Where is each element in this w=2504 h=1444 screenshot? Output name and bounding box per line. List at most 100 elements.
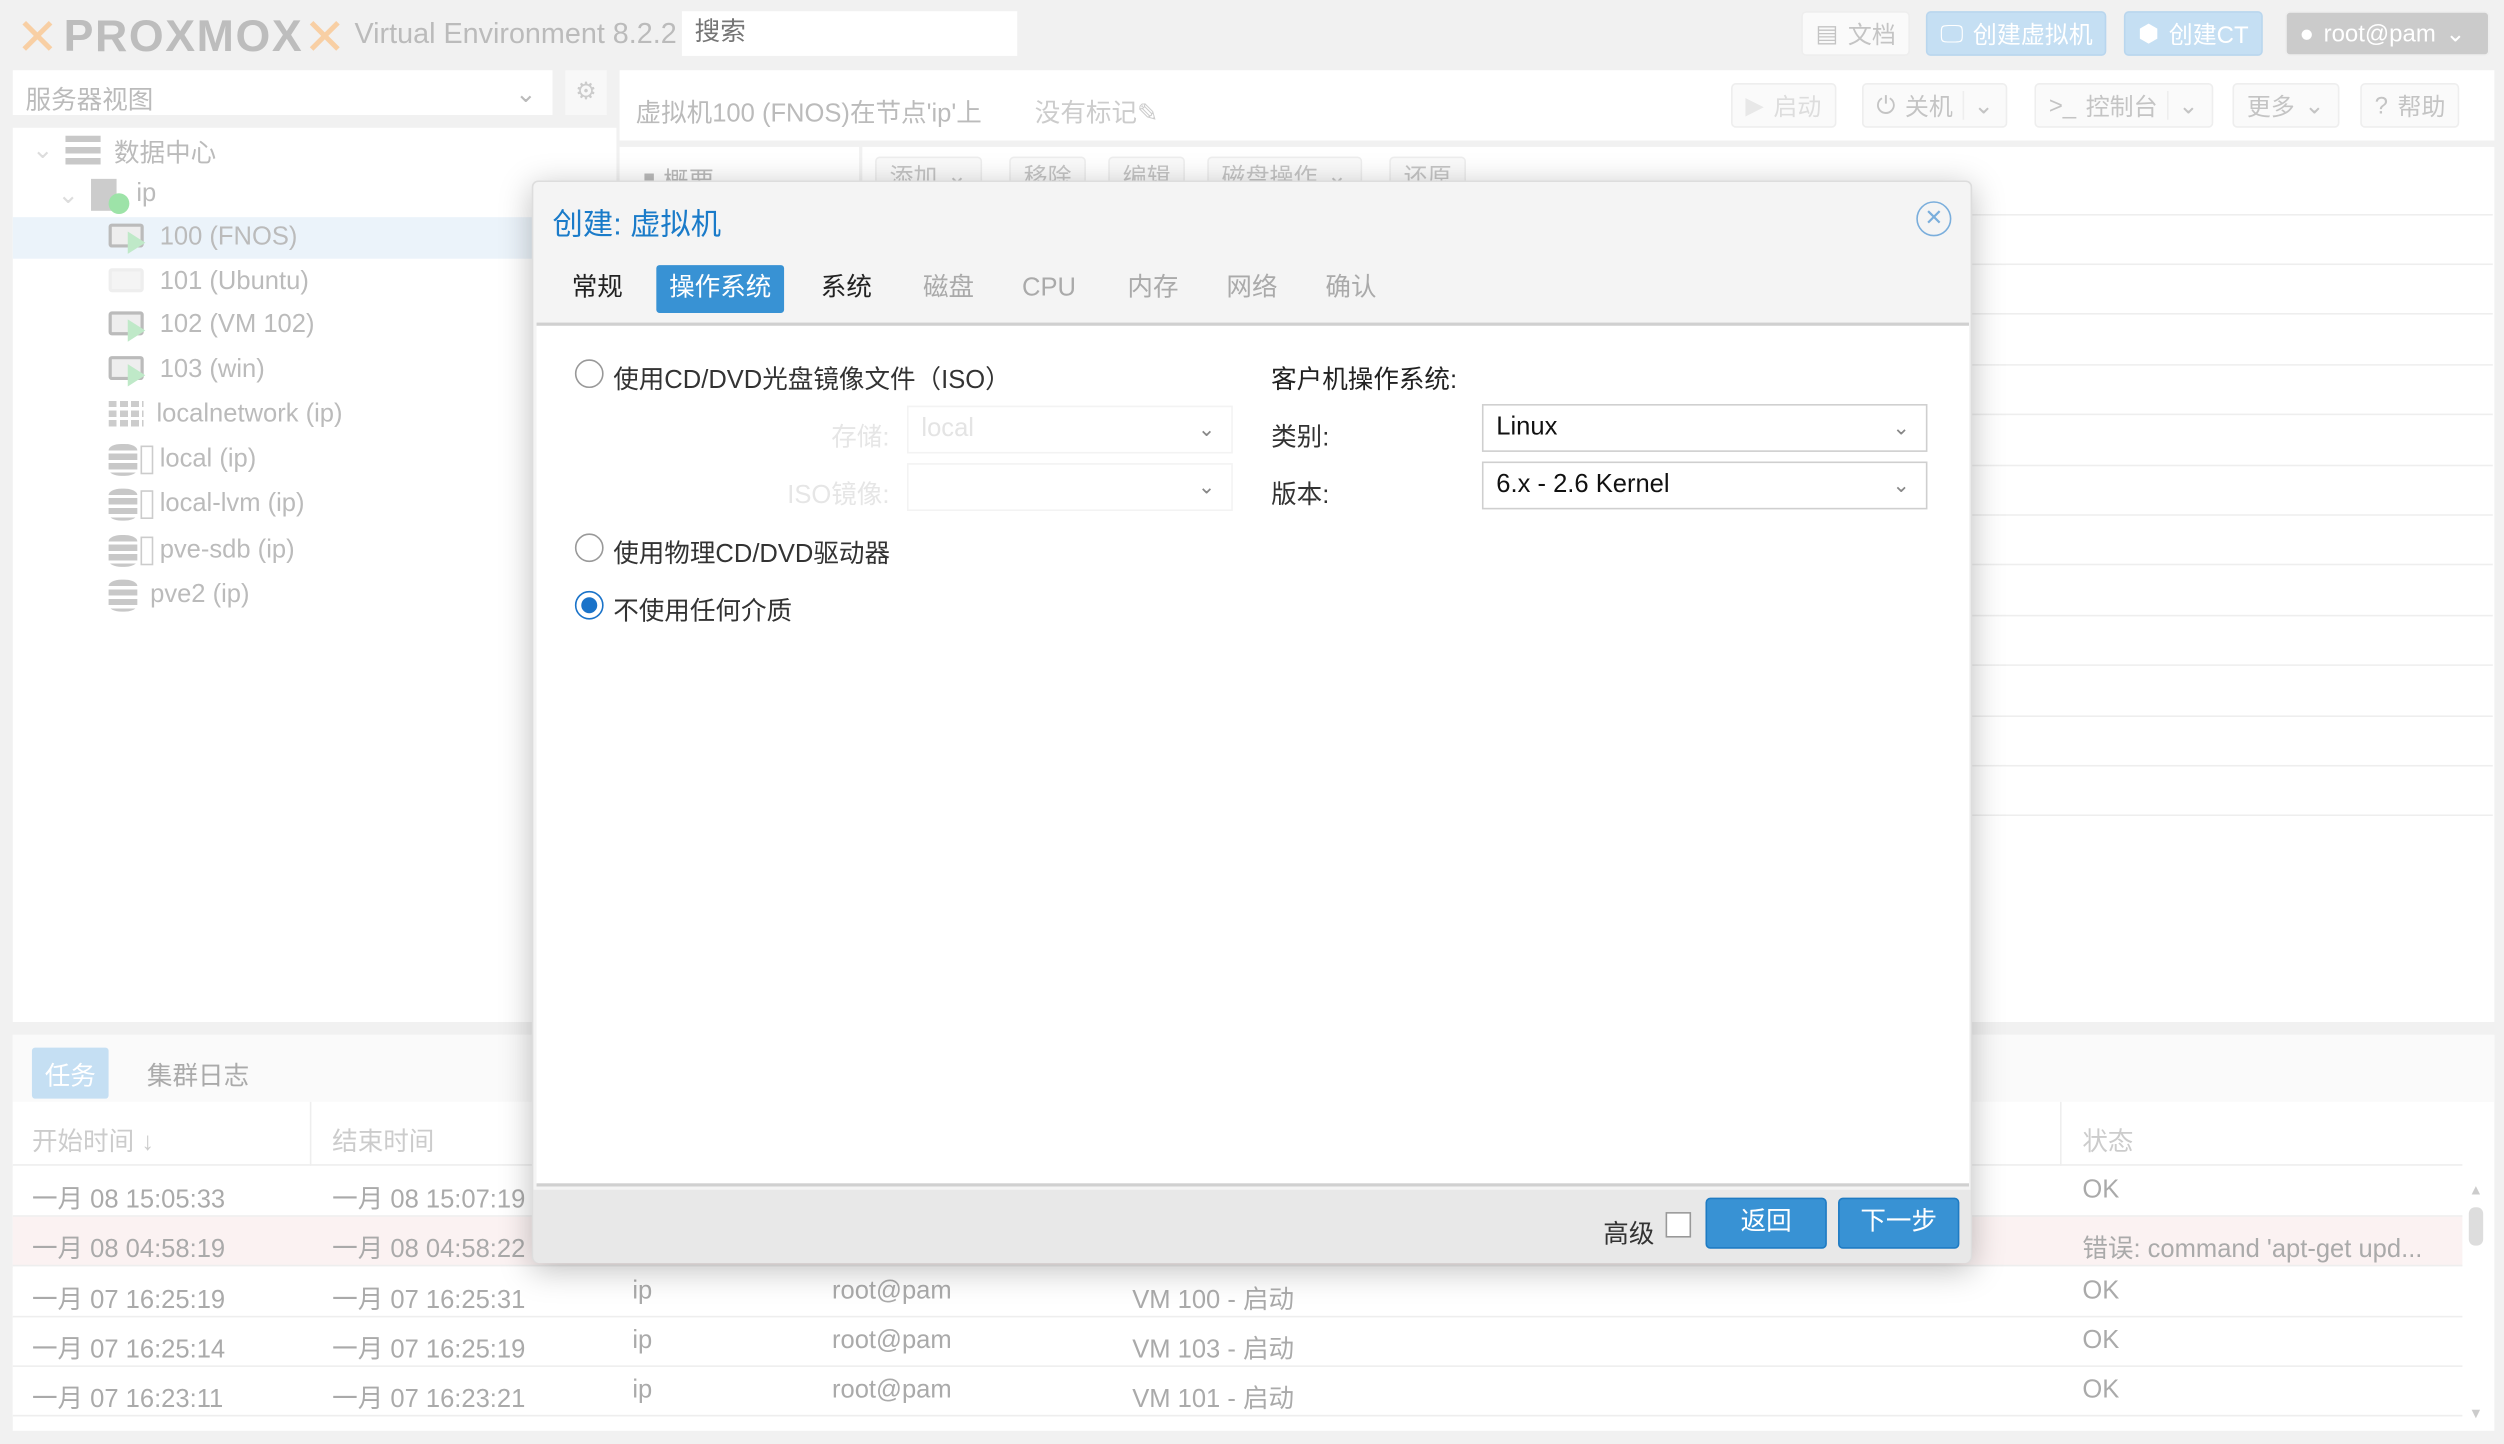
column-status[interactable]: 状态 [2082, 1119, 2133, 1157]
os-version-select[interactable]: 6.x - 2.6 Kernel ⌄ [1481, 461, 1928, 510]
page-title: 虚拟机100 (FNOS)在节点'ip'上 [635, 100, 982, 128]
storage-icon [108, 488, 138, 521]
task-end: 一月 08 15:07:19 [332, 1186, 526, 1214]
vm-running-icon [108, 356, 147, 387]
task-desc: VM 103 - 启动 [1132, 1336, 1295, 1364]
tree-item-pve-sdb[interactable]: pve-sdb (ip) [108, 530, 295, 572]
tree-item-local-lvm[interactable]: local-lvm (ip) [108, 484, 304, 526]
task-status: OK [2082, 1176, 2120, 1205]
chevron-down-icon: ⌄ [2445, 20, 2466, 48]
chevron-down-icon: ⌄ [1892, 415, 1910, 440]
tab-tasks[interactable]: 任务 [31, 1047, 109, 1099]
dialog-tab[interactable]: 磁盘 [910, 265, 987, 313]
create-vm-button[interactable]: 🖵 创建虚拟机 [1925, 11, 2108, 56]
tree-item-node-ip[interactable]: ⌄ ip [57, 174, 156, 216]
guest-os-heading: 客户机操作系统: [1271, 367, 1458, 395]
tree-item-vm-103[interactable]: 103 (win) [108, 350, 265, 392]
tree-item-vm-100[interactable]: 100 (FNOS) [108, 217, 297, 259]
book-icon: ▤ [1815, 20, 1839, 48]
tags-edit[interactable]: 没有标记✎ [1035, 91, 1159, 129]
dialog-tab[interactable]: 内存 [1115, 265, 1192, 313]
datacenter-icon [66, 135, 102, 165]
chevron-down-icon: ⌄ [1892, 472, 1910, 497]
docs-button[interactable]: ▤ 文档 [1801, 11, 1911, 56]
task-status: OK [2082, 1376, 2120, 1404]
scrollbar[interactable]: ▲ ▼ [2468, 1182, 2485, 1421]
storage-icon [108, 534, 138, 567]
close-icon[interactable]: ✕ [1916, 201, 1952, 237]
console-button[interactable]: >_ 控制台 ⌄ [2034, 83, 2213, 128]
task-user: root@pam [831, 1276, 952, 1305]
task-node: ip [632, 1276, 653, 1305]
power-icon: ⏻ [1876, 91, 1896, 119]
version-label: Virtual Environment 8.2.2 [354, 17, 677, 50]
vm-running-icon [108, 311, 147, 342]
task-start: 一月 07 16:23:11 [31, 1386, 224, 1414]
tree-item-vm-101[interactable]: 101 (Ubuntu) [108, 262, 309, 304]
pencil-icon: ✎ [1137, 100, 1159, 128]
task-row[interactable]: 一月 07 16:25:14 一月 07 16:25:19 ip root@pam VM… [12, 1317, 2463, 1367]
task-end: 一月 08 04:58:22 [332, 1236, 526, 1264]
dialog-tab[interactable]: 常规 [559, 265, 636, 313]
create-ct-button[interactable]: ⬢ 创建CT [2123, 11, 2263, 56]
physical-drive-radio[interactable] [574, 533, 604, 563]
tree-item-local[interactable]: local (ip) [108, 439, 256, 481]
task-status: OK [2082, 1326, 2120, 1354]
help-button[interactable]: ? 帮助 [2360, 83, 2460, 128]
task-start: 一月 08 04:58:19 [31, 1236, 226, 1264]
next-button[interactable]: 下一步 [1838, 1197, 1960, 1249]
create-vm-dialog: 创建: 虚拟机 ✕ 常规 操作系统 系统 磁盘 CPU 内存 网络 确认 使用CD/DVD光盘… [531, 180, 1973, 1264]
task-user: root@pam [831, 1326, 952, 1354]
tree-selected-highlight [12, 217, 617, 259]
task-node: ip [632, 1376, 653, 1404]
main-header: 虚拟机100 (FNOS)在节点'ip'上 没有标记✎ ▶ 启动 ⏻ 关机 ⌄ >_ 控… [619, 70, 2495, 141]
more-button[interactable]: 更多 ⌄ [2232, 83, 2339, 128]
dialog-body: 使用CD/DVD光盘镜像文件（ISO） 存储: local ⌄ ISO镜像: ⌄ … [536, 322, 1969, 1187]
storage-icon [108, 443, 138, 476]
tree-item-localnetwork[interactable]: localnetwork (ip) [108, 394, 343, 436]
monitor-icon: 🖵 [1940, 19, 1964, 48]
chevron-down-icon: ⌄ [2167, 91, 2198, 120]
chevron-down-icon: ⌄ [1962, 91, 1994, 120]
chevron-down-icon: ⌄ [515, 81, 537, 109]
back-button[interactable]: 返回 [1705, 1197, 1827, 1249]
dialog-tab[interactable]: 操作系统 [656, 265, 785, 313]
dialog-title: 创建: 虚拟机 [552, 209, 722, 243]
dialog-tab[interactable]: 确认 [1313, 265, 1390, 313]
chevron-down-icon: ⌄ [1197, 416, 1216, 441]
storage-unknown-icon [108, 579, 138, 612]
task-start: 一月 08 15:05:33 [31, 1186, 226, 1214]
view-selector[interactable]: 服务器视图 ⌄ [12, 70, 553, 115]
gear-icon: ⚙ [575, 78, 597, 106]
tree-item-vm-102[interactable]: 102 (VM 102) [108, 305, 314, 347]
storage-select[interactable]: local ⌄ [907, 405, 1233, 454]
sort-desc-icon: ↓ [141, 1129, 155, 1157]
task-row[interactable]: 一月 07 16:25:19 一月 07 16:25:31 ip root@pam VM… [12, 1267, 2463, 1317]
dialog-tab[interactable]: CPU [1009, 265, 1088, 313]
no-media-radio[interactable] [574, 590, 604, 620]
settings-button[interactable]: ⚙ [565, 70, 607, 115]
task-row[interactable]: 一月 07 16:23:11 一月 07 16:23:21 ip root@pam VM… [12, 1367, 2463, 1417]
user-menu[interactable]: ● root@pam ⌄ [2285, 11, 2490, 56]
os-type-select[interactable]: Linux ⌄ [1481, 404, 1928, 452]
start-button[interactable]: ▶ 启动 [1731, 83, 1836, 128]
column-start-time[interactable]: 开始时间 ↓ [32, 1119, 154, 1157]
help-icon: ? [2374, 91, 2388, 119]
vm-stopped-icon [108, 268, 147, 297]
task-end: 一月 07 16:25:31 [332, 1286, 526, 1314]
shutdown-button[interactable]: ⏻ 关机 ⌄ [1861, 83, 2009, 128]
iso-radio[interactable] [574, 359, 604, 389]
dialog-tab[interactable]: 系统 [808, 265, 885, 313]
tree-item-datacenter[interactable]: ⌄ 数据中心 [32, 129, 216, 171]
dialog-tab[interactable]: 网络 [1214, 265, 1291, 313]
tab-cluster-log[interactable]: 集群日志 [147, 1054, 249, 1092]
task-start: 一月 07 16:25:14 [31, 1336, 226, 1364]
node-online-icon [91, 178, 130, 214]
resource-tree: ⌄ 数据中心 ⌄ ip 100 (FNOS) 101 (Ubuntu) 102 (V… [12, 127, 617, 1023]
iso-image-select[interactable]: ⌄ [907, 463, 1233, 512]
task-start: 一月 07 16:25:19 [31, 1286, 226, 1314]
advanced-checkbox[interactable] [1665, 1212, 1692, 1238]
column-end-time[interactable]: 结束时间 [332, 1119, 434, 1157]
tree-item-pve2[interactable]: pve2 (ip) [108, 575, 250, 617]
search-input[interactable] [681, 11, 1018, 56]
